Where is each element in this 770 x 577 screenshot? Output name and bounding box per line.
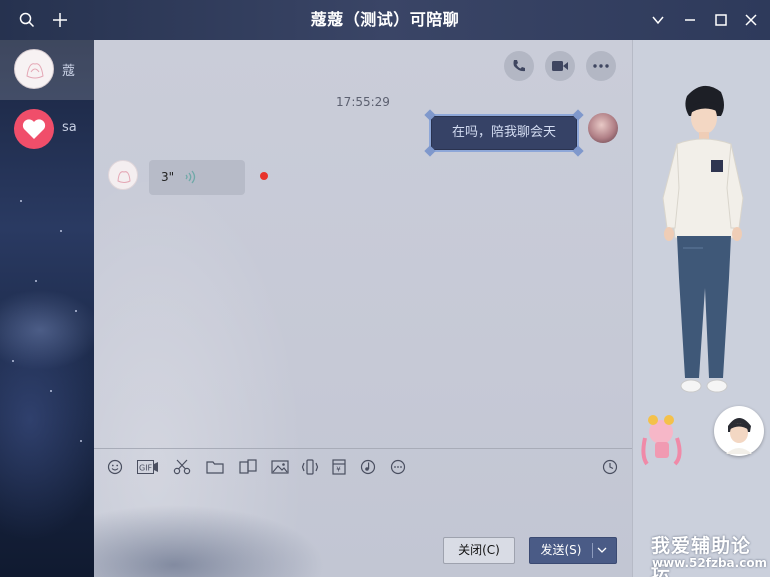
session-name: 蔻 — [62, 64, 76, 79]
voice-message[interactable]: 3" — [149, 160, 245, 195]
folder-icon[interactable] — [205, 457, 225, 477]
avatar — [14, 49, 54, 89]
session-item-1[interactable]: 蔻 — [0, 40, 94, 100]
chevron-down-icon[interactable] — [648, 10, 668, 30]
star-decoration — [60, 230, 62, 232]
music-icon[interactable] — [358, 457, 378, 477]
watermark-title: 我爱辅助论坛 — [651, 535, 752, 577]
more-tools-icon[interactable] — [388, 457, 408, 477]
file-transfer-icon[interactable] — [238, 457, 258, 477]
star-decoration — [20, 200, 22, 202]
star-decoration — [50, 390, 52, 392]
shake-icon[interactable] — [300, 457, 320, 477]
search-icon[interactable] — [17, 10, 37, 30]
svg-text:GIF: GIF — [139, 464, 153, 473]
peer-avatar[interactable] — [108, 160, 138, 190]
message-text: 在吗，陪我聊会天 — [451, 125, 556, 140]
pet-figure[interactable] — [633, 408, 693, 468]
bubble-corner — [572, 145, 584, 157]
gif-icon[interactable]: GIF — [136, 457, 160, 477]
star-decoration — [35, 280, 37, 282]
message-timestamp: 17:55:29 — [336, 95, 390, 109]
svg-text:¥: ¥ — [336, 466, 341, 474]
session-item-2[interactable]: sa — [0, 100, 94, 160]
star-decoration — [75, 310, 77, 312]
send-button[interactable]: 发送(S) — [529, 537, 617, 564]
send-separator — [592, 543, 593, 558]
video-icon[interactable] — [545, 51, 575, 81]
more-icon[interactable] — [586, 51, 616, 81]
star-decoration — [12, 360, 14, 362]
heart-avatar — [14, 109, 54, 149]
image-icon[interactable] — [270, 457, 290, 477]
phone-icon[interactable] — [504, 51, 534, 81]
chat-pane: 17:55:29 在吗，陪我聊会天 3" GIF ¥ 关闭(C) 发送(S) — [94, 40, 632, 577]
close-button[interactable]: 关闭(C) — [443, 537, 515, 564]
outgoing-message[interactable]: 在吗，陪我聊会天 — [424, 109, 584, 157]
emoji-icon[interactable] — [105, 457, 125, 477]
voice-wave-icon — [185, 170, 196, 184]
maximize-icon[interactable] — [711, 10, 731, 30]
bubble-corner — [424, 145, 436, 157]
add-icon[interactable] — [50, 10, 70, 30]
character-avatar[interactable] — [714, 406, 764, 456]
character-panel — [632, 40, 770, 577]
bubble-corner — [572, 109, 584, 121]
send-label: 发送(S) — [540, 543, 582, 557]
minimize-icon[interactable] — [680, 10, 700, 30]
send-options-chevron-icon[interactable] — [596, 544, 608, 556]
input-divider — [94, 448, 632, 449]
session-name: sa — [62, 120, 77, 135]
history-icon[interactable] — [600, 457, 620, 477]
message-input[interactable] — [94, 483, 632, 533]
session-list: 蔻 sa — [0, 40, 94, 577]
unread-dot — [260, 172, 268, 180]
watermark-url: www.52fzba.com — [652, 556, 768, 570]
red-packet-icon[interactable]: ¥ — [329, 457, 349, 477]
title-bar: 蔻蔻（测试）可陪聊 — [0, 0, 770, 40]
star-decoration — [80, 440, 82, 442]
voice-duration: 3" — [161, 170, 175, 184]
self-avatar[interactable] — [588, 113, 618, 143]
bubble-corner — [424, 109, 436, 121]
scissors-icon[interactable] — [172, 457, 192, 477]
close-icon[interactable] — [741, 10, 761, 30]
